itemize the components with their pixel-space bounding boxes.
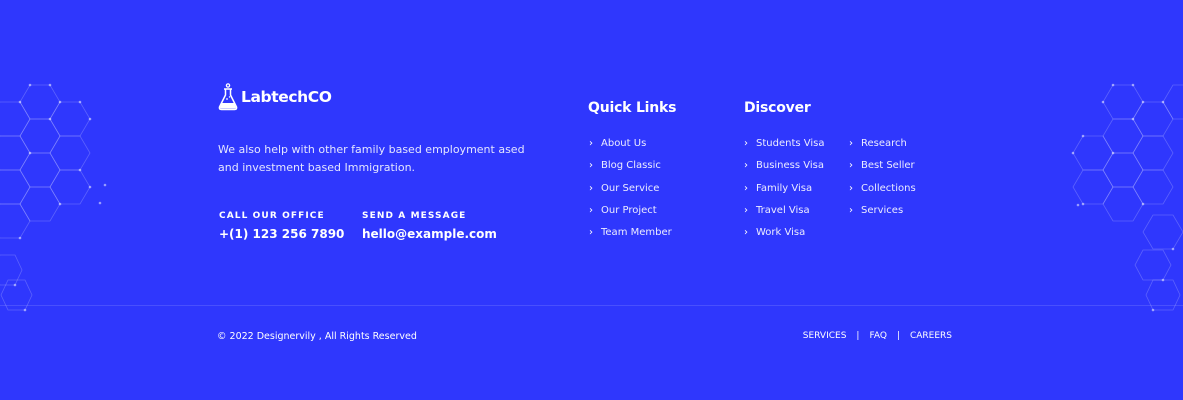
chevron-right-icon: › <box>744 160 748 172</box>
chevron-right-icon: › <box>744 138 748 149</box>
brand-name: LabtechCO <box>241 88 332 106</box>
discover-link-travel-visa[interactable]: › Travel Visa <box>744 204 825 226</box>
footer-divider <box>0 305 1183 306</box>
discover-list-1: › Students Visa › Business Visa › Family Vi… <box>744 137 825 248</box>
chevron-right-icon: › <box>849 182 853 194</box>
message-label: SEND A MESSAGE <box>362 211 467 221</box>
quick-link-our-project[interactable]: › Our Project <box>589 204 672 226</box>
bottom-link-careers[interactable]: CAREERS <box>910 331 952 341</box>
quick-link-our-service[interactable]: › Our Service <box>589 182 672 204</box>
separator: | <box>896 331 900 341</box>
chevron-right-icon: › <box>849 160 853 172</box>
chevron-right-icon: › <box>849 204 853 216</box>
quick-links-list: › About Us › Blog Classic › Our Service › Ou… <box>589 137 672 248</box>
contact-office: CALL OUR OFFICE +(1) 123 256 7890 <box>219 211 344 241</box>
chevron-right-icon: › <box>744 204 748 216</box>
chevron-right-icon: › <box>589 160 593 172</box>
hexagon-pattern-right <box>1071 83 1183 312</box>
office-label: CALL OUR OFFICE <box>219 211 325 221</box>
discover-link-business-visa[interactable]: › Business Visa <box>744 159 825 181</box>
quick-links-title: Quick Links <box>588 100 677 116</box>
quick-link-team-member[interactable]: › Team Member <box>589 226 672 248</box>
office-phone[interactable]: +(1) 123 256 7890 <box>219 227 344 241</box>
flask-icon <box>218 83 238 111</box>
separator: | <box>856 331 860 341</box>
bottom-link-faq[interactable]: FAQ <box>869 331 886 341</box>
discover-link-work-visa[interactable]: › Work Visa <box>744 226 825 248</box>
discover-link-family-visa[interactable]: › Family Visa <box>744 182 825 204</box>
message-email[interactable]: hello@example.com <box>362 227 497 241</box>
chevron-right-icon: › <box>744 227 748 239</box>
discover-link-research[interactable]: › Research <box>849 137 916 159</box>
quick-link-about-us[interactable]: › About Us <box>589 137 672 159</box>
chevron-right-icon: › <box>589 182 593 194</box>
contact-message: SEND A MESSAGE hello@example.com <box>362 211 497 241</box>
discover-link-services[interactable]: › Services <box>849 204 916 226</box>
discover-link-best-seller[interactable]: › Best Seller <box>849 159 916 181</box>
bottom-nav: SERVICES | FAQ | CAREERS <box>803 331 952 341</box>
copyright-text: © 2022 Designervily , All Rights Reserve… <box>217 331 417 342</box>
chevron-right-icon: › <box>589 227 593 239</box>
chevron-right-icon: › <box>589 138 593 149</box>
discover-list-2: › Research › Best Seller › Collections › Ser… <box>849 137 916 226</box>
hexagon-pattern-left <box>0 83 107 312</box>
about-text: We also help with other family based emp… <box>218 143 525 174</box>
chevron-right-icon: › <box>744 182 748 194</box>
bottom-link-services[interactable]: SERVICES <box>803 331 847 341</box>
chevron-right-icon: › <box>849 138 853 149</box>
discover-title: Discover <box>744 100 811 116</box>
chevron-right-icon: › <box>589 204 593 216</box>
brand-logo[interactable]: LabtechCO <box>218 83 332 111</box>
discover-link-students-visa[interactable]: › Students Visa <box>744 137 825 159</box>
discover-link-collections[interactable]: › Collections <box>849 182 916 204</box>
quick-link-blog-classic[interactable]: › Blog Classic <box>589 159 672 181</box>
